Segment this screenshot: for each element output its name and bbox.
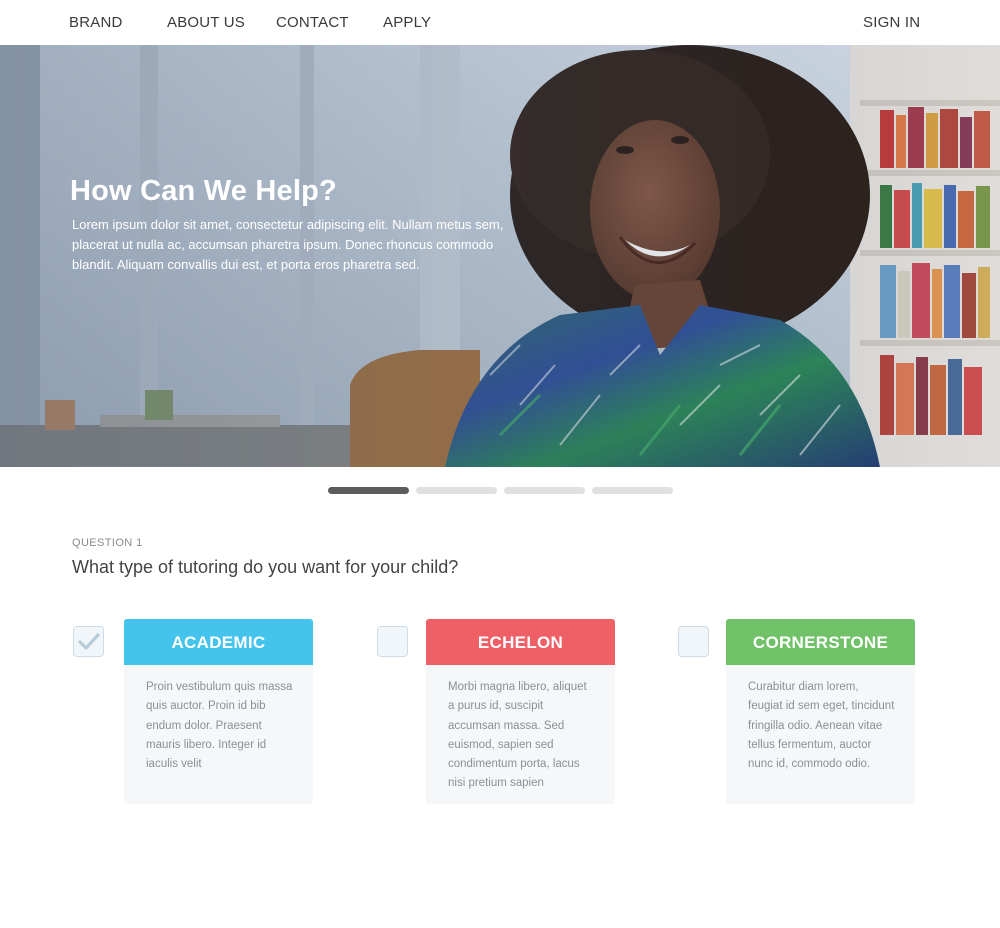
option-cornerstone-description: Curabitur diam lorem, feugiat id sem ege… [748,681,895,771]
checkmark-icon [78,633,100,650]
nav-about-link[interactable]: ABOUT US [167,14,245,31]
option-cornerstone-title: CORNERSTONE [726,619,915,665]
carousel-indicator-4[interactable] [592,487,673,494]
option-echelon-description: Morbi magna libero, aliquet a purus id, … [448,681,587,790]
hero-title: How Can We Help? [70,175,337,207]
carousel-indicator-3[interactable] [504,487,585,494]
nav-signin-link[interactable]: SIGN IN [863,14,920,31]
nav-apply-link[interactable]: APPLY [383,14,431,31]
option-academic-description: Proin vestibulum quis massa quis auctor.… [146,681,293,771]
top-nav: BRAND ABOUT US CONTACT APPLY SIGN IN [0,0,1000,45]
carousel-indicator-2[interactable] [416,487,497,494]
carousel-indicator-1[interactable] [328,487,409,494]
option-academic-title: ACADEMIC [124,619,313,665]
option-echelon-card[interactable]: ECHELON Morbi magna libero, aliquet a pu… [426,619,615,804]
question-text: What type of tutoring do you want for yo… [72,557,459,577]
nav-contact-link[interactable]: CONTACT [276,14,349,31]
option-cornerstone-card[interactable]: CORNERSTONE Curabitur diam lorem, feugia… [726,619,915,804]
option-echelon-checkbox[interactable] [377,626,408,657]
question-number: QUESTION 1 [72,537,143,549]
option-academic-card[interactable]: ACADEMIC Proin vestibulum quis massa qui… [124,619,313,804]
option-echelon-title: ECHELON [426,619,615,665]
option-cornerstone-checkbox[interactable] [678,626,709,657]
hero-description: Lorem ipsum dolor sit amet, consectetur … [72,217,504,272]
hero-banner: How Can We Help? Lorem ipsum dolor sit a… [0,45,1000,467]
option-academic-checkbox[interactable] [73,626,104,657]
nav-brand-link[interactable]: BRAND [69,14,123,31]
